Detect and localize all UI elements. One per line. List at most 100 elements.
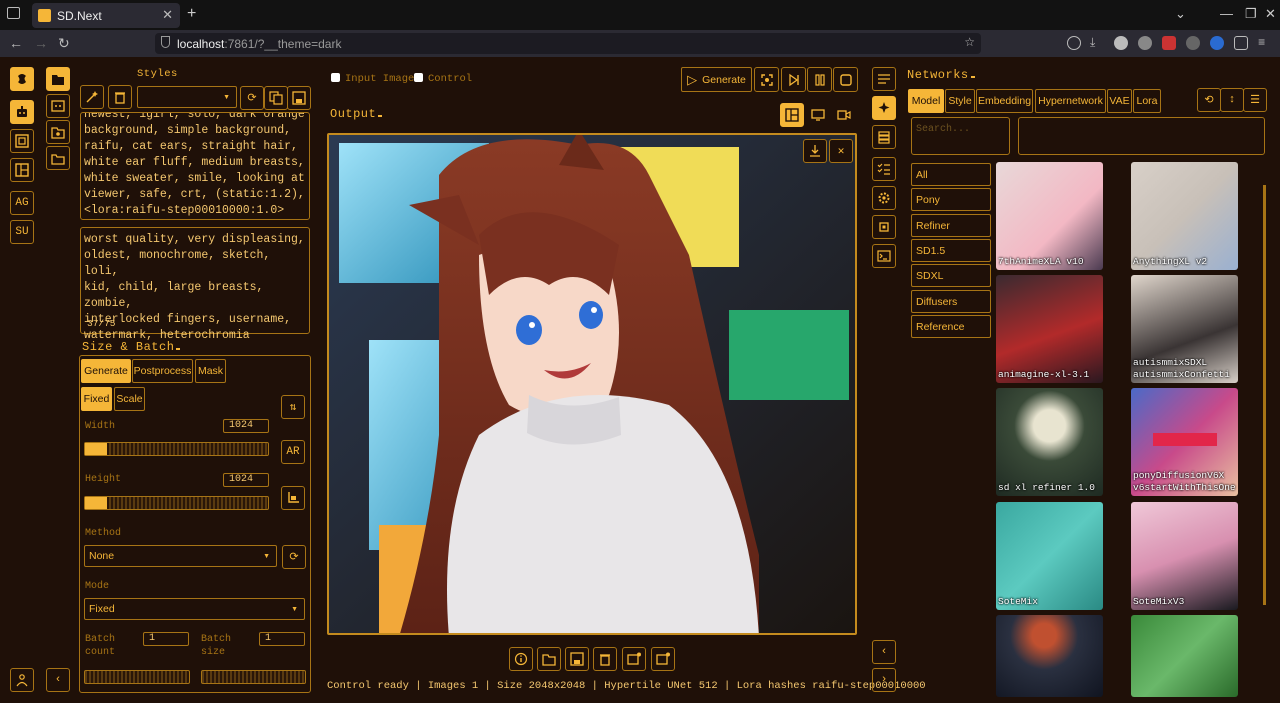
- network-search-input[interactable]: Search...: [911, 117, 1010, 155]
- category-reference[interactable]: Reference: [911, 315, 991, 338]
- control-checkbox[interactable]: Control: [414, 73, 472, 85]
- collapse-networks-icon[interactable]: ‹: [872, 640, 896, 664]
- model-card[interactable]: ponyDiffusionV6X v6startWithThisOne: [1131, 388, 1238, 496]
- send-to-img2img-icon[interactable]: [622, 647, 646, 671]
- gear-icon[interactable]: [872, 186, 896, 210]
- checklist-icon[interactable]: [872, 157, 896, 181]
- width-input[interactable]: 1024: [223, 419, 269, 433]
- terminal-icon[interactable]: [872, 244, 896, 268]
- expand-networks-icon[interactable]: ›: [872, 668, 896, 692]
- tab-vae[interactable]: VAE: [1107, 89, 1132, 113]
- skip-icon[interactable]: [781, 67, 806, 92]
- bookmark-star-icon[interactable]: ☆: [964, 35, 975, 49]
- tab-style[interactable]: Style: [945, 89, 975, 113]
- tab-scale[interactable]: Scale: [114, 387, 145, 411]
- sdnext-logo-icon[interactable]: [10, 67, 34, 91]
- stop-icon[interactable]: [833, 67, 858, 92]
- mode-select[interactable]: Fixed ▼: [84, 598, 305, 620]
- tab-hypernetwork[interactable]: Hypernetwork: [1035, 89, 1106, 113]
- copy-styles-icon[interactable]: [264, 86, 288, 110]
- negative-prompt-textarea[interactable]: worst quality, very displeasing, oldest,…: [80, 227, 310, 342]
- reload-icon[interactable]: ↻: [58, 35, 70, 52]
- height-slider[interactable]: [84, 496, 269, 510]
- agent-scheduler-button[interactable]: AG: [10, 191, 34, 215]
- prompt-folder-icon[interactable]: [46, 67, 70, 91]
- extension-icon-1[interactable]: [1114, 36, 1128, 50]
- model-card[interactable]: SoteMixV3: [1131, 502, 1238, 610]
- img2img-icon[interactable]: [10, 129, 34, 153]
- model-card[interactable]: SoteMix: [996, 502, 1103, 610]
- models-stack-icon[interactable]: [872, 125, 896, 149]
- cpu-icon[interactable]: [872, 215, 896, 239]
- folders-icon[interactable]: [46, 146, 70, 170]
- send-to-control-icon[interactable]: [651, 647, 675, 671]
- prompt-textarea[interactable]: newest, 1girl, solo, dark orange backgro…: [80, 112, 310, 220]
- category-pony[interactable]: Pony: [911, 188, 991, 211]
- new-tab-button[interactable]: +: [187, 5, 196, 23]
- networks-sparkle-icon[interactable]: [872, 96, 896, 120]
- swap-dimensions-icon[interactable]: ⇅: [281, 395, 305, 419]
- system-update-button[interactable]: SU: [10, 220, 34, 244]
- open-folder-icon[interactable]: [537, 647, 561, 671]
- model-card[interactable]: sd xl refiner 1.0: [996, 388, 1103, 496]
- model-card[interactable]: 7thAnimeXLA v10: [996, 162, 1103, 270]
- refresh-styles-icon[interactable]: ⟳: [240, 86, 264, 110]
- extensions-icon[interactable]: [1234, 36, 1248, 50]
- info-icon[interactable]: [509, 647, 533, 671]
- tab-groups-icon[interactable]: [7, 7, 20, 19]
- close-tab-icon[interactable]: ✕: [162, 7, 173, 23]
- forward-icon[interactable]: →: [34, 35, 48, 51]
- networks-scrollbar[interactable]: [1263, 185, 1266, 605]
- batch-count-slider[interactable]: [84, 670, 190, 684]
- view-menu-icon[interactable]: ☰: [1243, 88, 1267, 112]
- camera-folder-icon[interactable]: [46, 120, 70, 144]
- refresh-networks-icon[interactable]: ⟲: [1197, 88, 1221, 112]
- close-window-icon[interactable]: ✕: [1265, 6, 1276, 22]
- batch-size-slider[interactable]: [201, 670, 306, 684]
- wand-icon[interactable]: [80, 85, 104, 109]
- layout-split-icon[interactable]: [780, 103, 804, 127]
- video-icon[interactable]: [832, 103, 856, 127]
- tab-mask[interactable]: Mask: [195, 359, 226, 383]
- method-select[interactable]: None ▼: [84, 545, 277, 567]
- menu-icon[interactable]: ≡: [1258, 36, 1272, 50]
- close-image-icon[interactable]: ✕: [829, 139, 853, 163]
- model-card[interactable]: AnythingXL v2: [1131, 162, 1238, 270]
- tab-postprocess[interactable]: Postprocess: [132, 359, 193, 383]
- aspect-ratio-button[interactable]: AR: [281, 440, 305, 464]
- pause-icon[interactable]: [807, 67, 832, 92]
- styles-dropdown[interactable]: ▼: [137, 86, 237, 108]
- extension-icon-2[interactable]: [1138, 36, 1152, 50]
- ublock-icon[interactable]: [1162, 36, 1176, 50]
- trash-icon[interactable]: [108, 85, 132, 109]
- category-diffusers[interactable]: Diffusers: [911, 290, 991, 313]
- minimize-icon[interactable]: —: [1220, 6, 1233, 21]
- tab-lora[interactable]: Lora: [1133, 89, 1161, 113]
- settings-sliders-icon[interactable]: [872, 67, 896, 91]
- category-all[interactable]: All: [911, 163, 991, 186]
- image-tab-icon[interactable]: [46, 94, 70, 118]
- input-image-checkbox[interactable]: Input Image: [331, 73, 414, 85]
- output-image-frame[interactable]: ✕: [327, 133, 857, 635]
- extension-icon-4[interactable]: [1210, 36, 1224, 50]
- crop-ratio-icon[interactable]: [281, 486, 305, 510]
- control-layout-icon[interactable]: [10, 158, 34, 182]
- download-icon[interactable]: ⤓: [1090, 36, 1104, 50]
- control-checkbox-box[interactable]: [414, 73, 423, 82]
- tab-model[interactable]: Model: [908, 89, 944, 113]
- collapse-left-icon[interactable]: ‹: [46, 668, 70, 692]
- batch-size-input[interactable]: 1: [259, 632, 305, 646]
- model-card[interactable]: autismmixSDXL autismmixConfetti: [1131, 275, 1238, 383]
- reprocess-icon[interactable]: [754, 67, 779, 92]
- model-card[interactable]: [996, 615, 1103, 697]
- tab-fixed[interactable]: Fixed: [81, 387, 112, 411]
- browser-tab[interactable]: SD.Next ✕: [32, 3, 180, 28]
- sort-icon[interactable]: ↕: [1220, 88, 1244, 112]
- refresh-method-icon[interactable]: ⟳: [282, 545, 306, 569]
- url-bar[interactable]: localhost:7861/?__theme=dark ☆: [155, 33, 981, 54]
- tab-generate[interactable]: Generate: [81, 359, 131, 383]
- delete-image-icon[interactable]: [593, 647, 617, 671]
- save-image-icon[interactable]: [565, 647, 589, 671]
- model-card[interactable]: [1131, 615, 1238, 697]
- page-info-icon[interactable]: [161, 36, 170, 48]
